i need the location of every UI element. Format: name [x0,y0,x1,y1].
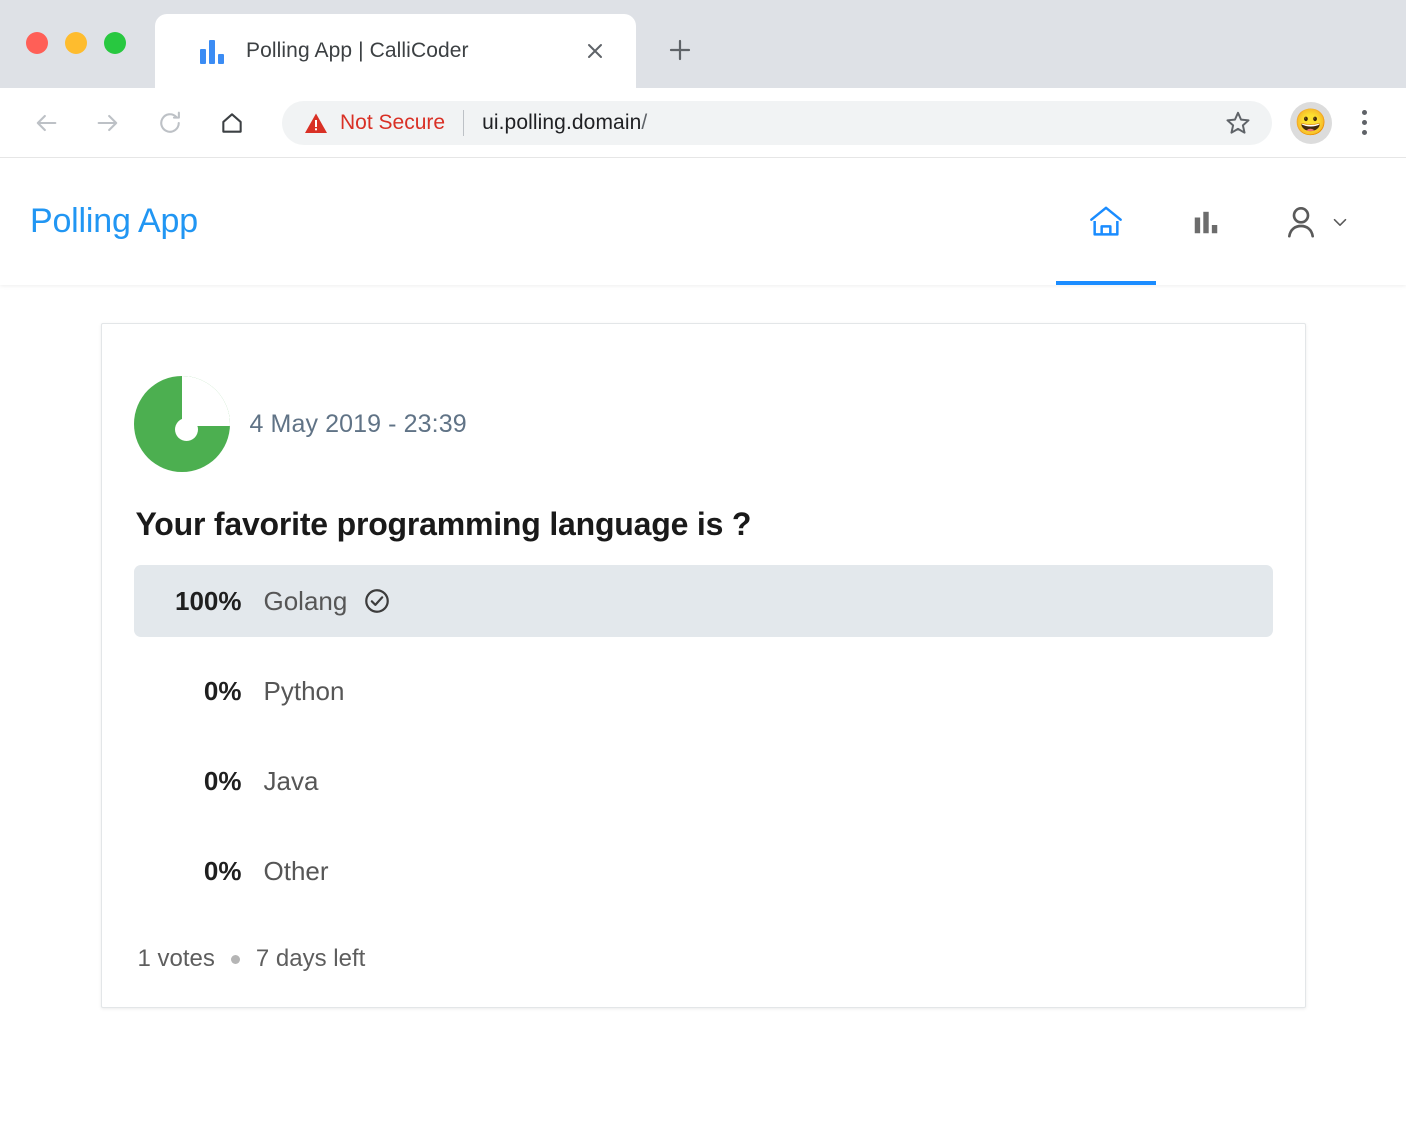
nav-item-polls[interactable] [1156,158,1256,285]
window-controls [26,32,126,54]
poll-option-label: Golang [263,585,348,616]
poll-created-date: 4 May 2019 - 23:39 [249,409,467,438]
new-tab-button[interactable] [656,26,704,74]
app-brand-link[interactable]: Polling App [30,202,198,241]
url-text: ui.polling.domain/ [482,111,647,135]
reload-button[interactable] [146,99,194,147]
close-tab-button[interactable] [578,34,612,68]
tab-strip: Polling App | CalliCoder [0,0,1406,88]
poll-option-label: Other [263,855,329,886]
poll-expiry: 7 days left [255,945,366,972]
poll-option-percent: 0% [203,765,242,796]
poll-footer: 1 votes 7 days left [138,945,1273,973]
forward-button[interactable] [84,99,132,147]
page-viewport: Polling App 4 May 2019 - 23:39 Your favo… [0,158,1406,1148]
home-icon [1090,206,1122,236]
url-path: / [641,110,648,134]
browser-tab[interactable]: Polling App | CalliCoder [155,14,636,88]
nav-item-profile[interactable] [1256,158,1376,285]
poll-card: 4 May 2019 - 23:39 Your favorite program… [100,323,1306,1008]
poll-option-label: Java [263,765,319,796]
browser-toolbar: Not Secure ui.polling.domain/ 😀 [0,88,1406,158]
chevron-down-icon [1333,218,1347,226]
poll-option-other[interactable]: 0% Other [134,835,1273,907]
bar-chart-icon [1194,211,1218,233]
minimize-window-button[interactable] [65,32,87,54]
poll-option-percent: 0% [203,855,242,886]
poll-vote-count: 1 votes [137,945,215,972]
maximize-window-button[interactable] [104,32,126,54]
url-host: ui.polling.domain [482,110,642,134]
app-header: Polling App [0,158,1406,285]
profile-avatar[interactable]: 😀 [1290,101,1332,144]
poll-question: Your favorite programming language is ? [135,506,752,542]
close-window-button[interactable] [26,32,48,54]
poll-options-list: 100% Golang 0% Python 0% Java 0% Other [133,565,1273,907]
poll-option-percent: 0% [203,675,242,706]
bar-chart-favicon-icon [200,38,228,64]
omnibox-divider [463,109,465,136]
app-nav [1056,158,1376,285]
poll-option-label: Python [263,675,345,706]
poll-author-avatar [133,376,230,472]
poll-option-percent: 100% [175,585,242,616]
selected-check-circle-icon [363,587,391,615]
address-bar[interactable]: Not Secure ui.polling.domain/ [282,100,1272,145]
browser-window: Polling App | CalliCoder Not Secure ui.p… [0,0,1406,1148]
security-status-text: Not Secure [340,110,446,134]
back-button[interactable] [22,99,70,147]
poll-option-golang[interactable]: 100% Golang [133,565,1273,637]
separator-dot [230,954,240,964]
not-secure-warning-icon [305,113,327,133]
poll-option-python[interactable]: 0% Python [134,655,1273,727]
poll-option-java[interactable]: 0% Java [134,745,1273,817]
poll-header: 4 May 2019 - 23:39 [133,376,1273,472]
user-icon [1288,206,1314,238]
home-button[interactable] [208,99,256,147]
bookmark-star-icon[interactable] [1218,103,1258,143]
page-content: 4 May 2019 - 23:39 Your favorite program… [0,285,1406,1008]
nav-item-home[interactable] [1056,158,1156,285]
tab-title: Polling App | CalliCoder [246,39,469,62]
browser-menu-icon[interactable] [1344,101,1384,145]
